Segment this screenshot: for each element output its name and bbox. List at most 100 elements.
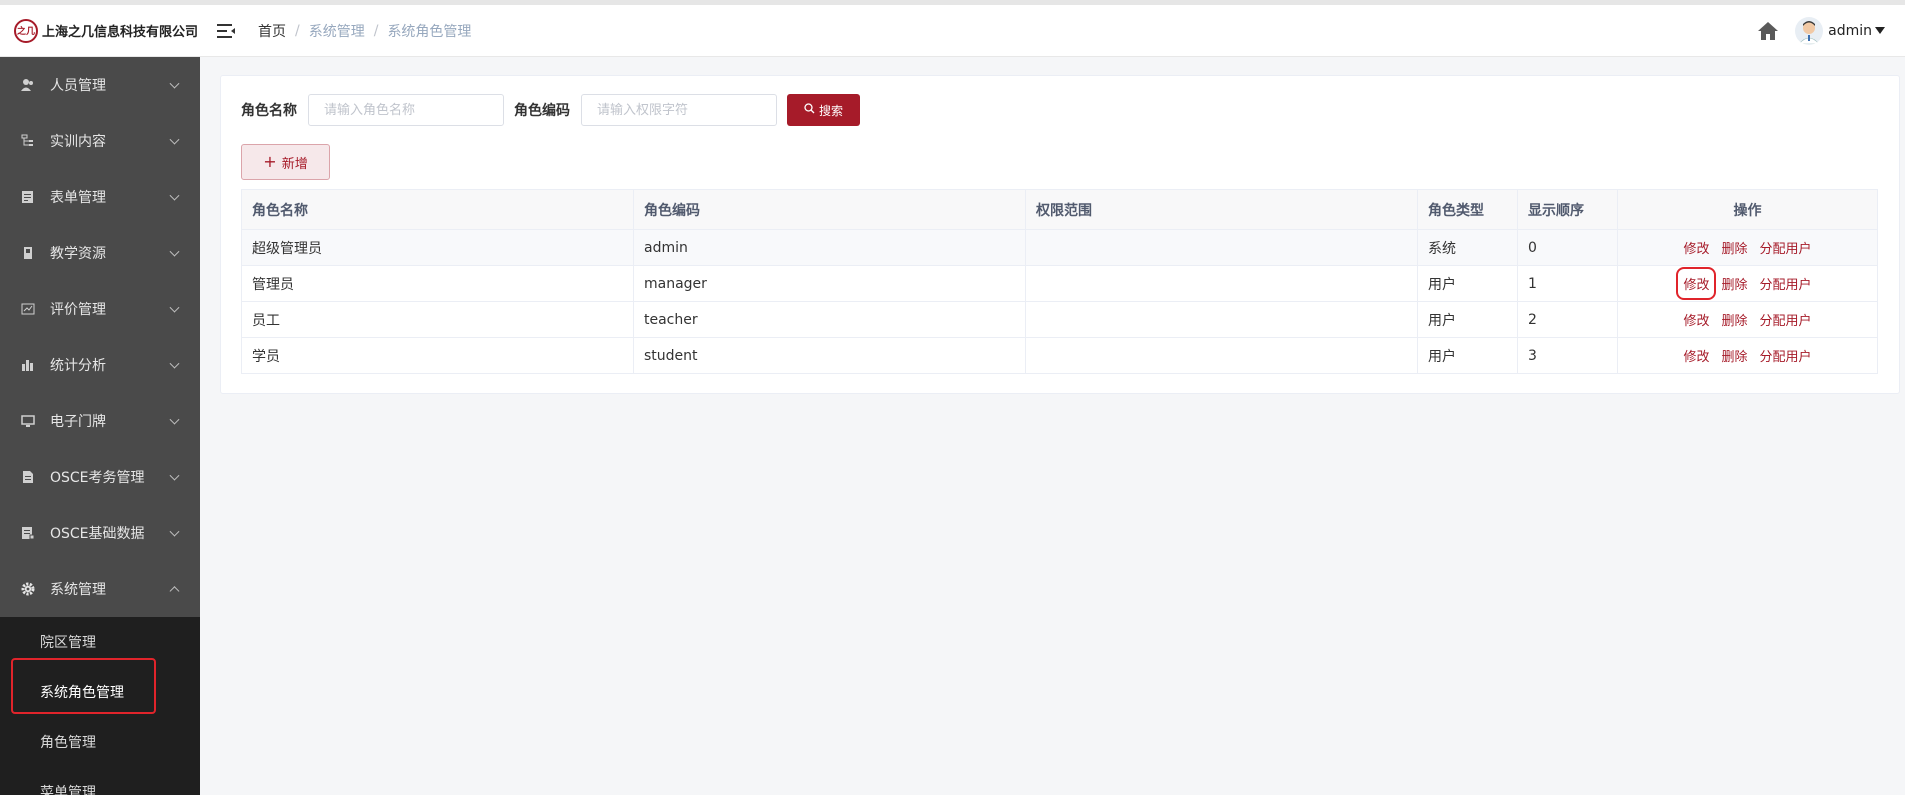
search-button-label: 搜索: [818, 103, 843, 118]
sidebar-item-label: 教学资源: [50, 246, 106, 262]
delete-link[interactable]: 删除: [1719, 236, 1749, 259]
monitor-icon: [20, 413, 36, 429]
add-button-label: 新增: [281, 156, 308, 172]
home-icon[interactable]: [1755, 18, 1781, 44]
cell-role-type: 系统: [1417, 229, 1518, 266]
tree-icon: [20, 133, 36, 149]
cell-order: 1: [1517, 265, 1618, 302]
delete-link[interactable]: 删除: [1719, 344, 1749, 367]
sidebar-item-label: 评价管理: [50, 302, 106, 318]
cell-actions: 修改 删除 分配用户: [1617, 337, 1878, 374]
roles-table: 角色名称 角色编码 权限范围 角色类型 显示顺序 操作 超级管理员 admin …: [241, 189, 1878, 374]
cell-role-type: 用户: [1417, 301, 1518, 338]
sidebar: 人员管理 实训内容 表单管理 教学资源 评价管理 统计分析 电子门牌 OSCE考…: [0, 57, 200, 795]
assign-users-link[interactable]: 分配用户: [1758, 308, 1814, 331]
sidebar-item-resources[interactable]: 教学资源: [0, 225, 200, 281]
cell-scope: [1025, 301, 1418, 338]
sidebar-item-system[interactable]: 系统管理: [0, 561, 200, 617]
column-header: 角色编码: [633, 189, 1026, 230]
sub-item-system-role[interactable]: 系统角色管理: [0, 667, 200, 717]
chevron-up-icon: [169, 586, 180, 597]
sidebar-item-osce-data[interactable]: OSCE基础数据: [0, 505, 200, 561]
cell-actions: 修改 删除 分配用户: [1617, 265, 1878, 302]
cell-role-code: admin: [633, 229, 1026, 266]
chevron-down-icon: [169, 302, 180, 313]
main-card: 角色名称 角色编码 搜索 + 新增 角色名称 角色编码 权限范围 角色类型 显示…: [220, 75, 1900, 394]
sidebar-item-evaluation[interactable]: 评价管理: [0, 281, 200, 337]
sidebar-item-label: 表单管理: [50, 190, 106, 206]
delete-link[interactable]: 删除: [1719, 272, 1749, 295]
edit-link[interactable]: 修改: [1681, 308, 1711, 331]
cell-role-code: teacher: [633, 301, 1026, 338]
cell-role-code: manager: [633, 265, 1026, 302]
column-header: 操作: [1617, 189, 1878, 230]
breadcrumb: 首页 / 系统管理 / 系统角色管理: [258, 21, 471, 41]
chevron-down-icon: [169, 358, 180, 369]
sub-item-menu[interactable]: 菜单管理: [0, 767, 200, 795]
edit-link[interactable]: 修改: [1681, 236, 1711, 259]
sidebar-item-label: 人员管理: [50, 78, 106, 94]
brand-logo[interactable]: 之几 上海之几信息科技有限公司: [0, 18, 200, 43]
users-icon: [20, 77, 36, 93]
cell-scope: [1025, 337, 1418, 374]
sub-item-role[interactable]: 角色管理: [0, 717, 200, 767]
assign-users-link[interactable]: 分配用户: [1758, 344, 1814, 367]
caret-down-icon[interactable]: [1875, 27, 1885, 34]
cell-role-name: 员工: [241, 301, 634, 338]
sub-item-campus[interactable]: 院区管理: [0, 617, 200, 667]
table-header-row: 角色名称 角色编码 权限范围 角色类型 显示顺序 操作: [241, 189, 1878, 230]
cell-role-name: 管理员: [241, 265, 634, 302]
system-submenu: 院区管理 系统角色管理 角色管理 菜单管理: [0, 617, 200, 795]
breadcrumb-current: 系统角色管理: [387, 23, 472, 40]
top-header: 之几 上海之几信息科技有限公司 首页 / 系统管理 / 系统角色管理 admin: [0, 0, 1905, 57]
sidebar-item-training[interactable]: 实训内容: [0, 113, 200, 169]
search-form: 角色名称 角色编码 搜索: [241, 94, 860, 126]
sidebar-item-statistics[interactable]: 统计分析: [0, 337, 200, 393]
role-code-label: 角色编码: [514, 103, 570, 119]
search-icon: [804, 103, 815, 117]
document-icon: [20, 469, 36, 485]
sidebar-item-osce-exam[interactable]: OSCE考务管理: [0, 449, 200, 505]
cell-role-type: 用户: [1417, 265, 1518, 302]
edit-link[interactable]: 修改: [1676, 267, 1717, 300]
chevron-down-icon: [169, 414, 180, 425]
delete-link[interactable]: 删除: [1719, 308, 1749, 331]
sidebar-item-forms[interactable]: 表单管理: [0, 169, 200, 225]
sidebar-item-personnel[interactable]: 人员管理: [0, 57, 200, 113]
breadcrumb-separator: /: [295, 22, 300, 39]
assign-users-link[interactable]: 分配用户: [1758, 272, 1814, 295]
column-header: 角色名称: [241, 189, 634, 230]
role-name-input[interactable]: [308, 94, 504, 126]
cell-role-type: 用户: [1417, 337, 1518, 374]
user-name[interactable]: admin: [1828, 23, 1872, 39]
role-name-label: 角色名称: [241, 103, 297, 119]
database-icon: [20, 525, 36, 541]
breadcrumb-system: 系统管理: [308, 23, 365, 40]
search-button[interactable]: 搜索: [787, 94, 860, 126]
table-row: 管理员 manager 用户 1 修改 删除 分配用户: [241, 265, 1878, 302]
cell-order: 0: [1517, 229, 1618, 266]
column-header: 显示顺序: [1517, 189, 1618, 230]
role-code-input[interactable]: [581, 94, 777, 126]
table-row: 学员 student 用户 3 修改 删除 分配用户: [241, 337, 1878, 374]
sidebar-item-label: 统计分析: [50, 358, 106, 374]
chevron-down-icon: [169, 470, 180, 481]
cell-role-code: student: [633, 337, 1026, 374]
assign-users-link[interactable]: 分配用户: [1758, 236, 1814, 259]
gear-icon: [20, 581, 36, 597]
cell-order: 3: [1517, 337, 1618, 374]
chevron-down-icon: [169, 134, 180, 145]
column-header: 角色类型: [1417, 189, 1518, 230]
sidebar-toggle-icon[interactable]: [216, 21, 236, 41]
cell-scope: [1025, 265, 1418, 302]
cell-order: 2: [1517, 301, 1618, 338]
breadcrumb-home[interactable]: 首页: [258, 21, 286, 41]
chevron-down-icon: [169, 78, 180, 89]
avatar[interactable]: [1795, 16, 1824, 45]
sidebar-item-doorplate[interactable]: 电子门牌: [0, 393, 200, 449]
breadcrumb-separator: /: [373, 22, 379, 39]
sidebar-item-label: 系统管理: [50, 582, 106, 598]
add-role-button[interactable]: + 新增: [241, 144, 330, 180]
edit-link[interactable]: 修改: [1681, 344, 1711, 367]
form-icon: [20, 189, 36, 205]
